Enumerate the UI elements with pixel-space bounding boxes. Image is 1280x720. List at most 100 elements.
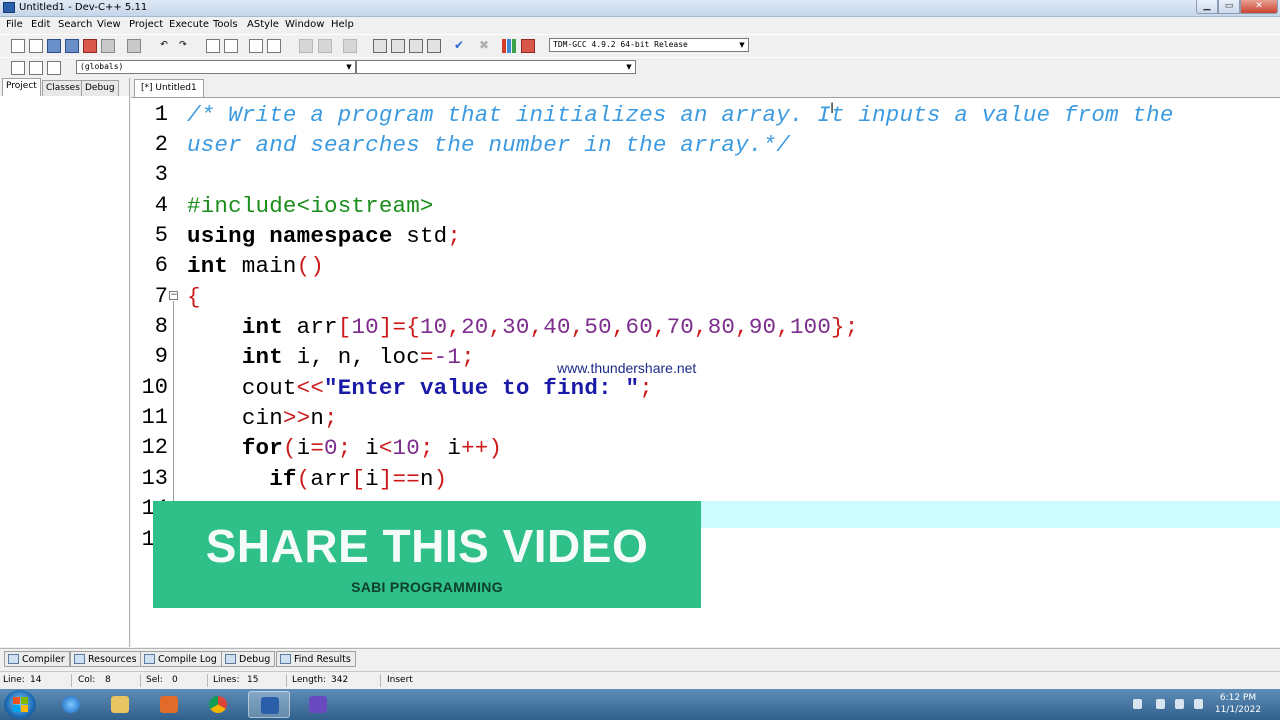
tab-debug-output[interactable]: Debug <box>221 651 276 667</box>
tab-debug[interactable]: Debug <box>81 80 119 96</box>
unindent-icon[interactable] <box>267 39 281 53</box>
status-insert-mode: Insert <box>387 675 413 685</box>
chevron-down-icon: ▼ <box>739 41 745 49</box>
close-button[interactable]: ✕ <box>1240 0 1278 14</box>
close-file-icon[interactable] <box>83 39 97 53</box>
code-line: 2 user and searches the number in the ar… <box>154 132 790 158</box>
syntax-check-icon[interactable]: ✔ <box>452 39 466 53</box>
save-icon[interactable] <box>47 39 61 53</box>
menu-file[interactable]: File <box>6 19 23 31</box>
goto-bookmark-icon[interactable] <box>318 39 332 53</box>
status-lines-label: Lines: <box>213 675 240 685</box>
minimize-button[interactable]: ▁ <box>1196 0 1218 14</box>
insert-icon[interactable] <box>11 61 25 75</box>
media-player-icon <box>160 696 178 713</box>
tab-classes[interactable]: Classes <box>42 80 84 96</box>
system-clock[interactable]: 6:12 PM 11/1/2022 <box>1210 692 1266 716</box>
taskbar-ie[interactable] <box>50 691 92 718</box>
goto-icon[interactable] <box>47 61 61 75</box>
main-toolbar: ↶ ↷ ✔ ✖ TDM-GCC 4.9.2 64-bit Release ▼ <box>0 34 1280 58</box>
status-length-value: 342 <box>331 675 349 685</box>
taskbar-explorer[interactable] <box>99 691 141 718</box>
toggle-icon[interactable] <box>29 61 43 75</box>
indent-icon[interactable] <box>249 39 263 53</box>
tab-resources[interactable]: Resources <box>70 651 142 667</box>
menu-view[interactable]: View <box>97 19 121 31</box>
tray-flag-icon[interactable] <box>1133 699 1142 709</box>
code-line: 13 if(arr[i]==n) <box>141 466 448 492</box>
menu-search[interactable]: Search <box>58 19 92 31</box>
status-col-label: Col: <box>78 675 96 685</box>
tab-untitled1[interactable]: [*] Untitled1 <box>134 79 204 97</box>
editor-tab-strip: [*] Untitled1 <box>131 78 1280 98</box>
windows-taskbar: 6:12 PM 11/1/2022 <box>0 689 1280 720</box>
compiler-icon <box>8 654 19 664</box>
undo-icon[interactable]: ↶ <box>157 39 171 53</box>
taskbar-media-player[interactable] <box>148 691 190 718</box>
taskbar-chrome[interactable] <box>197 691 239 718</box>
channel-name: SABI PROGRAMMING <box>351 579 503 595</box>
chevron-down-icon: ▼ <box>346 63 352 71</box>
tray-volume-icon[interactable] <box>1194 699 1203 709</box>
folder-icon <box>111 696 129 713</box>
taskbar-video-app[interactable] <box>297 691 339 718</box>
goto-line-icon[interactable] <box>343 39 357 53</box>
tray-network-icon[interactable] <box>1175 699 1184 709</box>
redo-icon[interactable]: ↷ <box>176 39 190 53</box>
open-file-icon[interactable] <box>29 39 43 53</box>
menu-window[interactable]: Window <box>285 19 324 31</box>
stop-execution-icon[interactable]: ✖ <box>477 39 491 53</box>
toggle-bookmark-icon[interactable] <box>299 39 313 53</box>
code-line: 7 { <box>154 284 201 310</box>
menu-tools[interactable]: Tools <box>213 19 238 31</box>
code-line: 5 using namespace std; <box>154 223 462 249</box>
status-sel-value: 0 <box>172 675 178 685</box>
windows-logo-icon <box>13 697 20 704</box>
replace-icon[interactable] <box>224 39 238 53</box>
title-bar: Untitled1 - Dev-C++ 5.11 ▁ ▭ ✕ <box>0 0 1280 17</box>
code-line: 3 <box>154 162 168 187</box>
project-browser-panel: Project Classes Debug <box>0 78 130 647</box>
tab-project[interactable]: Project <box>2 78 41 96</box>
find-icon[interactable] <box>206 39 220 53</box>
tray-battery-icon[interactable] <box>1156 699 1165 709</box>
delete-profile-icon[interactable] <box>521 39 535 53</box>
tab-compiler[interactable]: Compiler <box>4 651 70 667</box>
video-app-icon <box>309 696 327 713</box>
code-line: 6 int main() <box>154 253 325 279</box>
status-length-label: Length: <box>292 675 327 685</box>
code-line: 12 for(i=0; i<10; i++) <box>141 435 503 461</box>
run-icon[interactable] <box>391 39 405 53</box>
share-title: SHARE THIS VIDEO <box>205 520 649 572</box>
menu-project[interactable]: Project <box>129 19 163 31</box>
new-file-icon[interactable] <box>11 39 25 53</box>
menu-edit[interactable]: Edit <box>31 19 50 31</box>
start-button[interactable] <box>4 690 36 719</box>
internet-explorer-icon <box>62 696 80 713</box>
status-line-value: 14 <box>30 675 42 685</box>
output-tab-strip: Compiler Resources Compile Log Debug Fin… <box>0 648 1280 669</box>
compile-run-icon[interactable] <box>409 39 423 53</box>
devcpp-icon <box>261 697 279 714</box>
compile-icon[interactable] <box>373 39 387 53</box>
save-all-icon[interactable] <box>65 39 79 53</box>
status-sel-label: Sel: <box>146 675 163 685</box>
function-select[interactable]: ▼ <box>356 60 636 74</box>
compiler-select[interactable]: TDM-GCC 4.9.2 64-bit Release ▼ <box>549 38 749 52</box>
compile-log-icon <box>144 654 155 664</box>
tab-compile-log[interactable]: Compile Log <box>140 651 222 667</box>
menu-help[interactable]: Help <box>331 19 354 31</box>
code-line: 4 #include<iostream> <box>154 193 434 219</box>
menu-astyle[interactable]: AStyle <box>247 19 279 31</box>
maximize-button[interactable]: ▭ <box>1218 0 1240 14</box>
print-icon[interactable] <box>127 39 141 53</box>
code-line: 1 /* Write a program that initializes an… <box>154 102 1174 128</box>
taskbar-devcpp[interactable] <box>248 691 290 718</box>
code-line: 11 cin>>n; <box>141 405 338 431</box>
scope-select[interactable]: (globals) ▼ <box>76 60 356 74</box>
profile-chart-icon[interactable] <box>502 39 516 53</box>
tab-find-results[interactable]: Find Results <box>276 651 356 667</box>
menu-execute[interactable]: Execute <box>169 19 209 31</box>
close-all-icon[interactable] <box>101 39 115 53</box>
rebuild-all-icon[interactable] <box>427 39 441 53</box>
